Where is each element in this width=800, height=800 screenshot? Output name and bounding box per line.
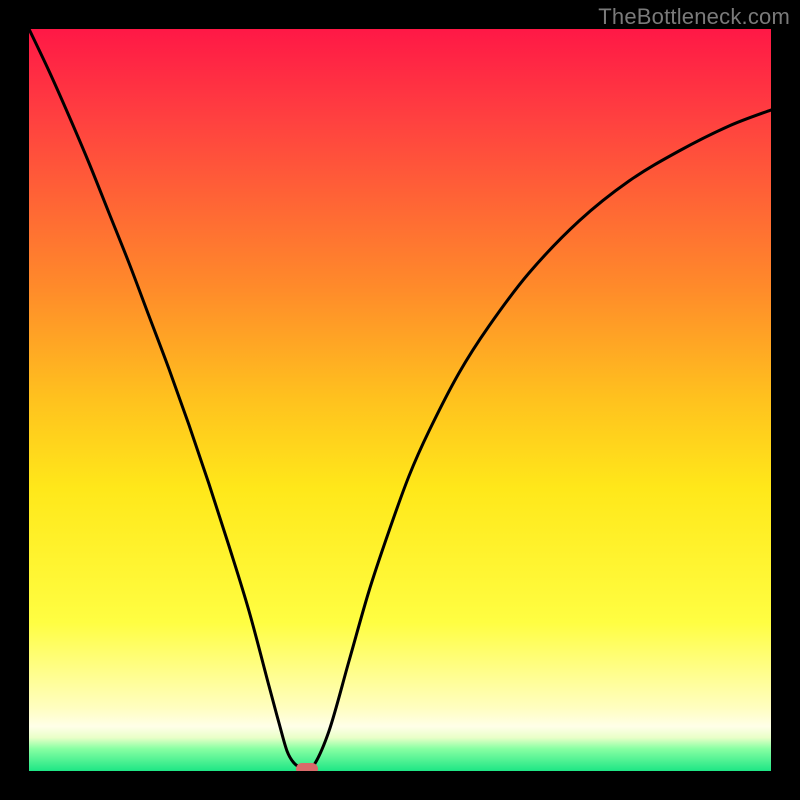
outer-frame: TheBottleneck.com bbox=[0, 0, 800, 800]
bottleneck-curve bbox=[29, 29, 771, 771]
watermark-text: TheBottleneck.com bbox=[598, 4, 790, 30]
bottleneck-marker bbox=[296, 763, 318, 771]
plot-area bbox=[29, 29, 771, 771]
bottleneck-curve-path bbox=[29, 29, 771, 771]
